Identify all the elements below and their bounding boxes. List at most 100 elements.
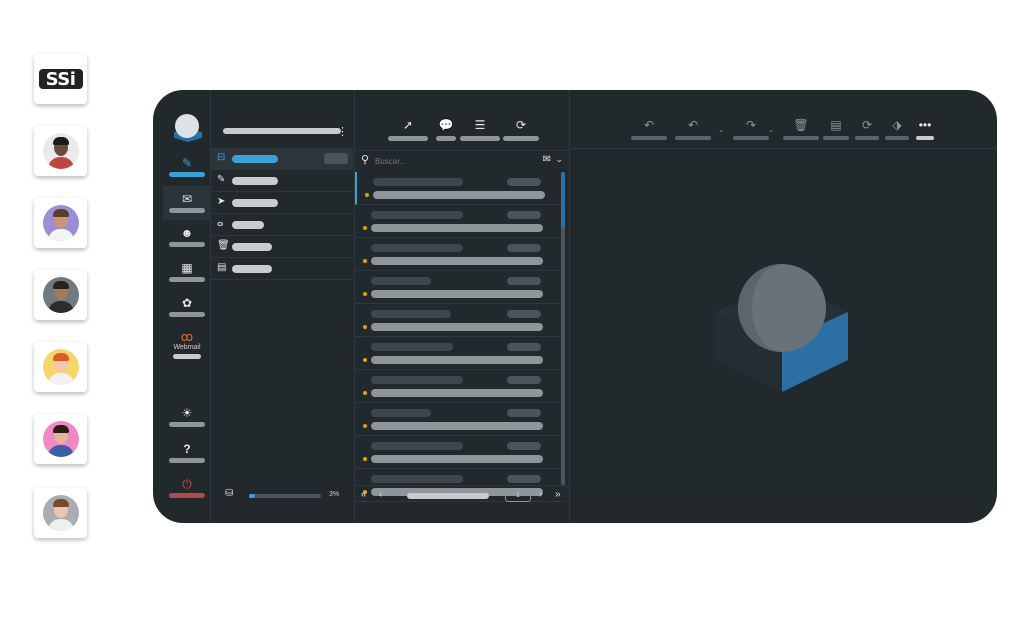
- forward-dropdown-icon[interactable]: ⌄: [766, 126, 776, 134]
- refresh-button[interactable]: ⟳: [501, 118, 541, 141]
- search-input[interactable]: [375, 154, 525, 168]
- subject-placeholder: [371, 455, 543, 463]
- unread-dot: [365, 193, 369, 197]
- trash-icon: 🗑: [793, 118, 809, 132]
- gear-icon: ✿: [181, 296, 193, 310]
- nav-logout[interactable]: ⏻: [163, 475, 211, 509]
- list-item[interactable]: [355, 271, 565, 304]
- ssi-logo: SSi: [38, 69, 83, 90]
- page-input[interactable]: 1: [505, 490, 531, 502]
- main-nav: ✎ ✉ ☻ ▦ ✿ ꝏ Webmail ☀ ? ⏻: [163, 90, 211, 523]
- reply-button[interactable]: ↶: [630, 118, 668, 140]
- unread-dot: [363, 226, 367, 230]
- options-button[interactable]: ☰: [459, 118, 501, 141]
- list-item[interactable]: [355, 337, 565, 370]
- unread-dot: [363, 259, 367, 263]
- next-page-icon[interactable]: ›: [539, 489, 542, 500]
- archive-button[interactable]: ▤: [822, 118, 850, 140]
- reply-icon: ↶: [643, 118, 655, 132]
- list-item[interactable]: [355, 436, 565, 469]
- subject-placeholder: [371, 323, 543, 331]
- message-list-pane: ➚ 💬 ☰ ⟳ ⚲ ✉ ⌄ « ‹ 1 › »: [355, 90, 570, 523]
- compose-icon: ✎: [181, 156, 193, 170]
- roundcube-watermark-icon: [716, 264, 848, 392]
- unread-dot: [363, 391, 367, 395]
- ssi-logo-tile[interactable]: SSi: [34, 54, 87, 104]
- more-vertical-icon[interactable]: ⋮: [337, 125, 348, 138]
- sun-icon: ☀: [181, 406, 193, 420]
- sender-placeholder: [371, 376, 463, 384]
- folder-sent[interactable]: ➤: [211, 192, 353, 214]
- avatar-tile-2[interactable]: [34, 198, 87, 248]
- webmail-window: ✎ ✉ ☻ ▦ ✿ ꝏ Webmail ☀ ? ⏻ ⋮ ⊟ ✎ ➤ ⴰ 🗑 ▤ …: [153, 90, 997, 523]
- pagination: « ‹ 1 › »: [355, 485, 569, 505]
- chevron-down-icon[interactable]: ⌄: [555, 154, 563, 165]
- list-item[interactable]: [355, 205, 565, 238]
- account-header: [223, 128, 341, 134]
- select-button[interactable]: ➚: [387, 118, 429, 141]
- more-button[interactable]: •••: [914, 118, 936, 140]
- search-icon: ⚲: [361, 154, 370, 166]
- nav-help[interactable]: ?: [163, 440, 211, 474]
- reply-dropdown-icon[interactable]: ⌄: [716, 126, 726, 134]
- junk-button[interactable]: ⟳: [854, 118, 880, 140]
- webmail-label: Webmail: [173, 344, 201, 351]
- forward-button[interactable]: ↷: [732, 118, 770, 140]
- last-page-icon[interactable]: »: [555, 489, 561, 500]
- nav-settings[interactable]: ✿: [163, 294, 211, 328]
- delete-button[interactable]: 🗑: [782, 118, 820, 140]
- threads-button[interactable]: 💬: [433, 118, 459, 141]
- date-placeholder: [507, 211, 541, 219]
- subject-placeholder: [371, 290, 543, 298]
- sender-placeholder: [371, 277, 431, 285]
- list-item[interactable]: [355, 304, 565, 337]
- date-placeholder: [507, 277, 541, 285]
- folder-archive[interactable]: ▤: [211, 258, 353, 280]
- search-bar: ⚲ ✉ ⌄: [355, 150, 569, 170]
- tag-button[interactable]: ⬗: [884, 118, 910, 140]
- roundcube-logo-icon[interactable]: [172, 114, 204, 146]
- envelope-filter-icon[interactable]: ✉: [543, 154, 551, 165]
- nav-contacts[interactable]: ☻: [163, 224, 211, 258]
- quota-percent: 3%: [329, 491, 340, 498]
- nav-calendar[interactable]: ▦: [163, 259, 211, 293]
- refresh-icon: ⟳: [515, 118, 527, 132]
- first-page-icon[interactable]: «: [361, 489, 367, 500]
- date-placeholder: [507, 343, 541, 351]
- scrollbar[interactable]: [561, 172, 565, 485]
- list-item[interactable]: [355, 403, 565, 436]
- folder-drafts[interactable]: ✎: [211, 170, 353, 192]
- date-placeholder: [507, 475, 541, 483]
- list-item[interactable]: [355, 370, 565, 403]
- list-item[interactable]: [355, 238, 565, 271]
- avatar-tile-6[interactable]: [34, 488, 87, 538]
- pencil-icon: ✎: [217, 174, 226, 185]
- nav-compose[interactable]: ✎: [163, 154, 211, 188]
- archive-icon: ▤: [217, 262, 227, 273]
- subject-placeholder: [373, 191, 545, 199]
- unread-dot: [363, 457, 367, 461]
- date-placeholder: [507, 442, 541, 450]
- avatar: [42, 133, 79, 169]
- avatar-tile-1[interactable]: [34, 126, 87, 176]
- sender-placeholder: [373, 178, 463, 186]
- folder-trash[interactable]: 🗑: [211, 236, 353, 258]
- folder-junk[interactable]: ⴰ: [211, 214, 353, 236]
- subject-placeholder: [371, 356, 543, 364]
- prev-page-icon[interactable]: ‹: [379, 489, 382, 500]
- nav-mail[interactable]: ✉: [163, 186, 211, 220]
- nav-theme-toggle[interactable]: ☀: [163, 404, 211, 438]
- nav-webmail[interactable]: ꝏ Webmail: [163, 328, 211, 364]
- calendar-icon: ▦: [181, 261, 193, 275]
- reply-all-button[interactable]: ↶: [674, 118, 712, 140]
- avatar-tile-4[interactable]: [34, 342, 87, 392]
- avatar-tile-5[interactable]: [34, 414, 87, 464]
- folder-inbox[interactable]: ⊟: [211, 148, 353, 170]
- date-placeholder: [507, 244, 541, 252]
- subject-placeholder: [371, 422, 543, 430]
- subject-placeholder: [371, 257, 543, 265]
- inbox-icon: ⊟: [217, 152, 226, 163]
- avatar-tile-3[interactable]: [34, 270, 87, 320]
- list-item[interactable]: [355, 172, 565, 205]
- chat-icon: 💬: [438, 118, 454, 132]
